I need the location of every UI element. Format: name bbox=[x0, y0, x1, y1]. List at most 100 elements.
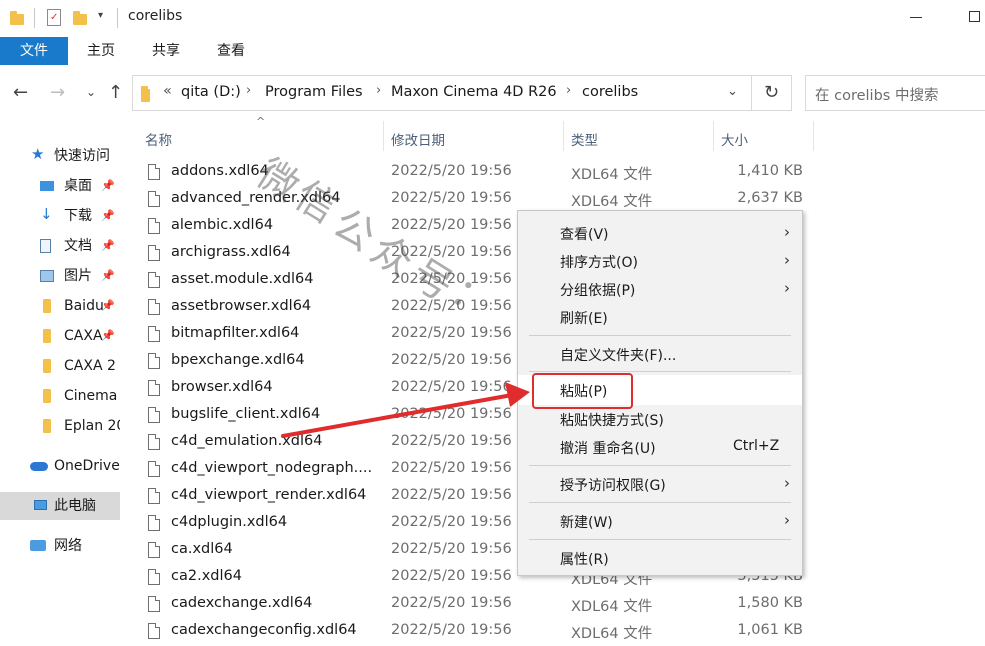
column-header-date[interactable]: 修改日期 bbox=[391, 129, 445, 149]
breadcrumb-program-files[interactable]: Program Files bbox=[265, 84, 363, 100]
breadcrumb-cinema4d[interactable]: Maxon Cinema 4D R26 bbox=[391, 84, 557, 100]
nav-pictures[interactable]: 图片 📌 bbox=[0, 262, 120, 290]
file-date: 2022/5/20 19:56 bbox=[391, 352, 512, 368]
menu-separator bbox=[529, 335, 791, 336]
nav-folder-cinema[interactable]: Cinema bbox=[0, 382, 120, 410]
tab-file[interactable]: 文件 bbox=[0, 37, 68, 65]
file-date: 2022/5/20 19:56 bbox=[391, 406, 512, 422]
file-name: c4d_viewport_nodegraph.... bbox=[171, 460, 373, 476]
recent-locations-icon[interactable]: ⌄ bbox=[86, 86, 96, 98]
column-header-type[interactable]: 类型 bbox=[571, 129, 598, 149]
menu-separator bbox=[529, 465, 791, 466]
tab-home[interactable]: 主页 bbox=[72, 37, 130, 65]
nav-this-pc[interactable]: 此电脑 bbox=[0, 492, 120, 520]
pin-icon[interactable]: 📌 bbox=[101, 262, 115, 290]
menu-item-grant-access[interactable]: 授予访问权限(G) › bbox=[518, 469, 802, 499]
file-name: c4d_viewport_render.xdl64 bbox=[171, 487, 367, 503]
file-date: 2022/5/20 19:56 bbox=[391, 244, 512, 260]
customize-qat-icon[interactable]: ▾ bbox=[98, 10, 103, 21]
file-icon bbox=[148, 326, 160, 342]
network-icon bbox=[30, 540, 46, 551]
file-icon bbox=[148, 623, 160, 639]
column-divider[interactable] bbox=[383, 121, 384, 151]
column-divider[interactable] bbox=[813, 121, 814, 151]
tab-share[interactable]: 共享 bbox=[137, 37, 195, 65]
file-name: alembic.xdl64 bbox=[171, 217, 274, 233]
folder-icon[interactable] bbox=[10, 11, 24, 25]
menu-item-new[interactable]: 新建(W) › bbox=[518, 506, 802, 536]
menu-item-undo-rename[interactable]: 撤消 重命名(U) Ctrl+Z bbox=[518, 432, 802, 462]
menu-item-sort[interactable]: 排序方式(O) › bbox=[518, 246, 802, 276]
pin-icon[interactable]: 📌 bbox=[101, 172, 115, 200]
menu-separator bbox=[529, 539, 791, 540]
back-icon[interactable]: ← bbox=[13, 84, 28, 102]
file-icon bbox=[148, 434, 160, 450]
nav-network[interactable]: 网络 bbox=[0, 532, 120, 560]
file-icon bbox=[148, 596, 160, 612]
file-name: ca2.xdl64 bbox=[171, 568, 242, 584]
chevron-down-icon[interactable]: ⌄ bbox=[727, 84, 738, 99]
menu-item-group[interactable]: 分组依据(P) › bbox=[518, 274, 802, 304]
file-date: 2022/5/20 19:56 bbox=[391, 595, 512, 611]
column-divider[interactable] bbox=[713, 121, 714, 151]
file-icon bbox=[148, 461, 160, 477]
nav-onedrive[interactable]: OneDrive bbox=[0, 452, 120, 480]
maximize-icon[interactable] bbox=[969, 11, 980, 22]
breadcrumb-corelibs[interactable]: corelibs bbox=[582, 84, 638, 100]
menu-item-view[interactable]: 查看(V) › bbox=[518, 218, 802, 248]
refresh-icon[interactable]: ↻ bbox=[752, 75, 792, 111]
nav-folder-eplan[interactable]: Eplan 20 bbox=[0, 412, 120, 440]
search-input[interactable]: 在 corelibs 中搜索 bbox=[805, 75, 985, 111]
nav-documents[interactable]: 文档 📌 bbox=[0, 232, 120, 260]
nav-folder-baidu[interactable]: Baidu 📌 bbox=[0, 292, 120, 320]
minimize-icon[interactable] bbox=[910, 17, 922, 18]
pin-icon[interactable]: 📌 bbox=[101, 292, 115, 320]
file-date: 2022/5/20 19:56 bbox=[391, 217, 512, 233]
file-type: XDL64 文件 bbox=[571, 626, 653, 642]
file-row[interactable]: addons.xdl64 2022/5/20 19:56 XDL64 文件 1,… bbox=[121, 160, 821, 187]
file-row[interactable]: cadexchangeconfig.xdl64 2022/5/20 19:56 … bbox=[121, 619, 821, 646]
address-bar[interactable]: « qita (D:) › Program Files › Maxon Cine… bbox=[132, 75, 752, 111]
breadcrumb-overflow[interactable]: « bbox=[163, 83, 172, 99]
desktop-icon bbox=[40, 181, 54, 191]
file-date: 2022/5/20 19:56 bbox=[391, 487, 512, 503]
pin-icon[interactable]: 📌 bbox=[101, 322, 115, 350]
nav-desktop[interactable]: 桌面 📌 bbox=[0, 172, 120, 200]
new-folder-icon[interactable] bbox=[73, 11, 87, 25]
properties-icon[interactable]: ✓ bbox=[47, 9, 61, 26]
folder-icon bbox=[43, 299, 51, 313]
pin-icon[interactable]: 📌 bbox=[101, 202, 115, 230]
column-header-size[interactable]: 大小 bbox=[721, 129, 748, 149]
nav-folder-caxa[interactable]: CAXA 📌 bbox=[0, 322, 120, 350]
nav-quick-access[interactable]: ★ 快速访问 bbox=[0, 142, 120, 170]
divider bbox=[34, 8, 35, 28]
nav-folder-caxa2[interactable]: CAXA 2 bbox=[0, 352, 120, 380]
file-name: ca.xdl64 bbox=[171, 541, 233, 557]
file-size: 1,580 KB bbox=[737, 595, 803, 611]
chevron-right-icon: › bbox=[784, 223, 790, 241]
chevron-right-icon[interactable]: › bbox=[376, 83, 381, 98]
file-name: browser.xdl64 bbox=[171, 379, 273, 395]
file-date: 2022/5/20 19:56 bbox=[391, 298, 512, 314]
folder-icon bbox=[43, 419, 51, 433]
menu-item-customize-folder[interactable]: 自定义文件夹(F)... bbox=[518, 339, 802, 369]
up-icon[interactable]: ↑ bbox=[108, 84, 123, 102]
file-name: asset.module.xdl64 bbox=[171, 271, 314, 287]
file-type: XDL64 文件 bbox=[571, 167, 653, 183]
forward-icon[interactable]: → bbox=[50, 84, 65, 102]
file-icon bbox=[148, 245, 160, 261]
window-title: corelibs bbox=[128, 8, 183, 24]
chevron-right-icon[interactable]: › bbox=[566, 83, 571, 98]
file-date: 2022/5/20 19:56 bbox=[391, 190, 512, 206]
ribbon-tabs: 文件 主页 共享 查看 bbox=[0, 37, 985, 65]
menu-item-refresh[interactable]: 刷新(E) bbox=[518, 302, 802, 332]
breadcrumb-drive[interactable]: qita (D:) bbox=[181, 84, 241, 100]
nav-downloads[interactable]: ↓ 下载 📌 bbox=[0, 202, 120, 230]
pin-icon[interactable]: 📌 bbox=[101, 232, 115, 260]
column-header-name[interactable]: 名称 bbox=[145, 129, 172, 149]
menu-item-properties[interactable]: 属性(R) bbox=[518, 543, 802, 573]
chevron-right-icon[interactable]: › bbox=[246, 83, 251, 98]
tab-view[interactable]: 查看 bbox=[202, 37, 260, 65]
file-row[interactable]: cadexchange.xdl64 2022/5/20 19:56 XDL64 … bbox=[121, 592, 821, 619]
column-divider[interactable] bbox=[563, 121, 564, 151]
